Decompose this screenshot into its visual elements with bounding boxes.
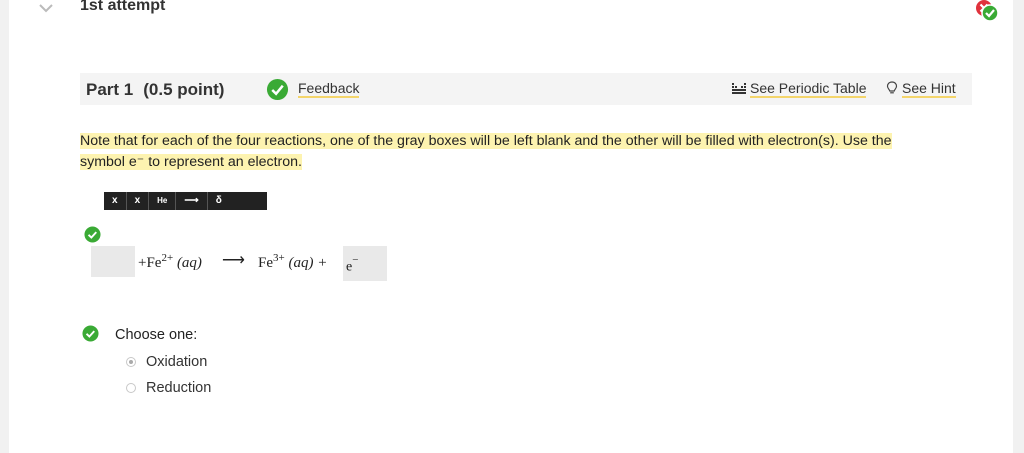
arrow-button[interactable]: ⟶	[176, 192, 208, 210]
reactant-blank-box[interactable]	[91, 246, 135, 277]
hint-link[interactable]: See Hint	[886, 80, 956, 98]
part-title: Part 1 (0.5 point)	[86, 80, 224, 100]
equation-left-charge: 2+	[161, 252, 174, 264]
electron-charge: −	[352, 254, 359, 266]
instructions: Note that for each of the four reactions…	[80, 131, 940, 173]
instructions-text: Note that for each of the four reactions…	[80, 133, 892, 170]
choose-one-label: Choose one:	[115, 327, 198, 343]
electron-symbol: e−	[346, 254, 359, 276]
equation-left-species: +Fe	[138, 255, 162, 271]
check-circle-icon	[266, 78, 289, 101]
feedback-link[interactable]: Feedback	[298, 80, 360, 98]
equation-right-species: Fe	[258, 255, 273, 271]
reaction-arrow: ⟶	[222, 252, 245, 269]
check-circle-icon	[82, 325, 99, 342]
option-label: Oxidation	[146, 354, 208, 370]
chevron-down-icon[interactable]	[38, 2, 54, 14]
option-reduction[interactable]: Reduction	[126, 380, 211, 396]
option-oxidation[interactable]: Oxidation	[126, 354, 207, 370]
periodic-table-label: See Periodic Table	[750, 80, 867, 98]
attempt-status-icon	[976, 0, 999, 22]
delta-button[interactable]: δ	[208, 192, 230, 210]
part-number: Part 1	[86, 80, 134, 99]
equation-left-state: (aq)	[176, 255, 202, 271]
equation-right-state: (aq) +	[288, 255, 328, 271]
periodic-table-icon	[732, 83, 746, 94]
periodic-table-link[interactable]: See Periodic Table	[732, 80, 867, 98]
element-button[interactable]: He	[149, 192, 177, 210]
equation-right: Fe3+ (aq) +	[258, 252, 327, 272]
subscript-button[interactable]: x	[127, 192, 150, 210]
radio-icon[interactable]	[126, 383, 136, 393]
attempt-title[interactable]: 1st attempt	[80, 0, 165, 15]
hint-label: See Hint	[902, 80, 956, 98]
option-label: Reduction	[146, 380, 212, 396]
check-circle-icon	[84, 226, 101, 243]
part-header: Part 1 (0.5 point) Feedback See Periodic …	[80, 73, 972, 105]
editor-toolbar: x x He ⟶ δ	[104, 192, 267, 210]
equation-right-charge: 3+	[273, 252, 285, 264]
part-points: (0.5 point)	[143, 80, 225, 99]
lightbulb-icon	[886, 81, 898, 94]
equation-left: +Fe2+ (aq)	[138, 252, 202, 272]
radio-selected-icon[interactable]	[126, 357, 136, 367]
superscript-button[interactable]: x	[104, 192, 127, 210]
